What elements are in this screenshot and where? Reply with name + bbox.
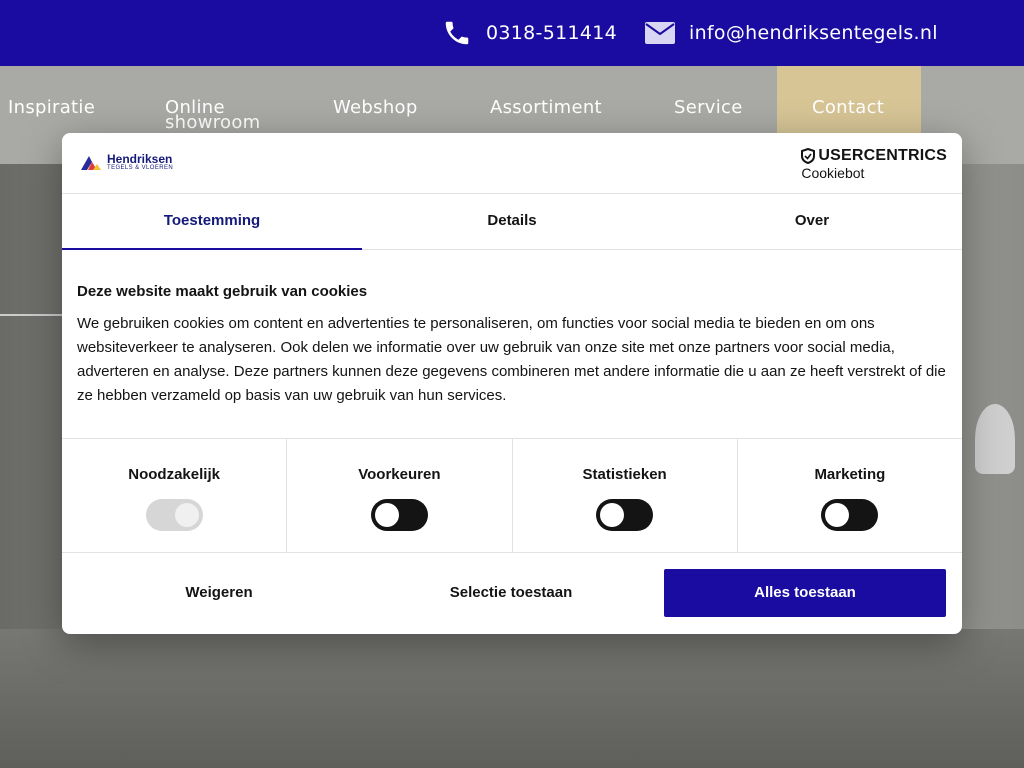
- reject-button[interactable]: Weigeren: [77, 569, 361, 617]
- dialog-title: Deze website maakt gebruik van cookies: [77, 283, 368, 300]
- hero-lamp: [975, 404, 1015, 474]
- nav-item-assortiment[interactable]: Assortiment: [490, 99, 602, 117]
- hendriksen-logo-mark: [81, 155, 101, 170]
- usercentrics-logo: USERCENTRICS Cookiebot: [801, 147, 947, 181]
- tab-over[interactable]: Over: [662, 194, 962, 249]
- hendriksen-logo: Hendriksen TEGELS & VLOEREN: [79, 153, 173, 172]
- dialog-tabs: Toestemming Details Over: [62, 194, 962, 250]
- toggle-voorkeuren[interactable]: [370, 499, 428, 531]
- nav-item-webshop[interactable]: Webshop: [333, 99, 418, 117]
- dialog-description: We gebruiken cookies om content en adver…: [77, 315, 946, 404]
- nav-item-inspiratie[interactable]: Inspiratie: [8, 99, 95, 117]
- category-marketing: Marketing: [736, 439, 962, 552]
- email-link[interactable]: info@hendriksentegels.nl: [643, 18, 938, 48]
- phone-number: 0318-511414: [486, 22, 618, 44]
- category-voorkeuren: Voorkeuren: [286, 439, 511, 552]
- tab-toestemming[interactable]: Toestemming: [62, 194, 362, 250]
- toggle-noodzakelijk: [145, 499, 203, 531]
- dialog-body: Deze website maakt gebruik van cookies W…: [77, 283, 947, 408]
- toggle-statistieken[interactable]: [596, 499, 654, 531]
- hero-floor: [0, 629, 1024, 768]
- shield-icon: [801, 148, 816, 164]
- category-statistieken: Statistieken: [511, 439, 737, 552]
- hero-shelf: [0, 314, 62, 316]
- nav-item-service[interactable]: Service: [674, 99, 743, 117]
- phone-icon: [440, 18, 474, 48]
- nav-item-contact[interactable]: Contact: [812, 99, 884, 117]
- top-contact-bar: 0318-511414 info@hendriksentegels.nl: [0, 0, 1024, 66]
- nav-item-online-showroom[interactable]: Online showroom: [165, 99, 261, 132]
- toggle-marketing[interactable]: [821, 499, 879, 531]
- mail-icon: [643, 18, 677, 48]
- phone-link[interactable]: 0318-511414: [440, 18, 617, 48]
- cookie-consent-dialog: Hendriksen TEGELS & VLOEREN USERCENTRICS…: [62, 133, 962, 634]
- dialog-header: Hendriksen TEGELS & VLOEREN USERCENTRICS…: [62, 133, 962, 194]
- email-address: info@hendriksentegels.nl: [689, 22, 938, 44]
- allow-all-button[interactable]: Alles toestaan: [664, 569, 946, 617]
- consent-categories: Noodzakelijk Voorkeuren Statistieken Mar…: [62, 438, 962, 553]
- allow-selection-button[interactable]: Selectie toestaan: [369, 569, 653, 617]
- tab-details[interactable]: Details: [362, 194, 662, 249]
- dialog-actions: Weigeren Selectie toestaan Alles toestaa…: [62, 569, 962, 617]
- category-noodzakelijk: Noodzakelijk: [62, 439, 286, 552]
